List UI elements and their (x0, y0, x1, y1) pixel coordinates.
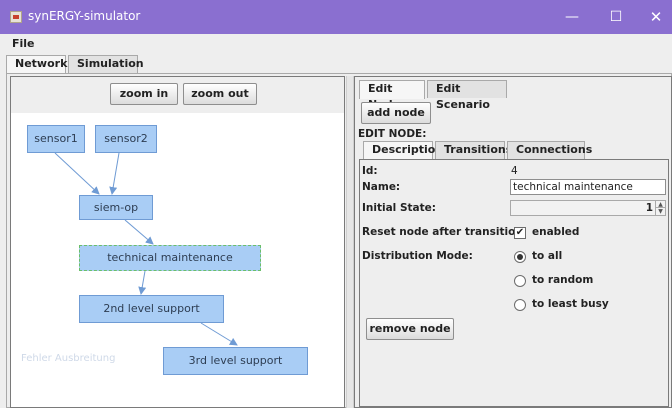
zoom-in-button[interactable]: zoom in (110, 83, 178, 105)
menu-file[interactable]: File (12, 37, 35, 50)
graph-node-siem-op[interactable]: siem-op (79, 195, 153, 220)
editor-pane: Edit Node Edit Scenario add node EDIT NO… (354, 76, 672, 408)
spinner-up-icon[interactable]: ▲ (655, 201, 665, 208)
radio-to-all[interactable] (514, 251, 526, 263)
id-label: Id: (362, 165, 378, 177)
title-bar: synERGY-simulator — ☐ ✕ (0, 0, 672, 34)
radio-to-least-busy[interactable] (514, 299, 526, 311)
close-button[interactable]: ✕ (636, 4, 672, 30)
app-icon (10, 11, 22, 23)
graph-node-technical-maintenance[interactable]: technical maintenance (79, 245, 261, 271)
description-panel: Id: 4 Name: technical maintenance Initia… (359, 159, 669, 407)
edge-2nd-level-support-3rd-level-support (200, 322, 238, 346)
tab-edit-node[interactable]: Edit Node (359, 80, 425, 111)
spinner-down-icon[interactable]: ▼ (655, 208, 665, 215)
edge-sensor1-siem-op (54, 152, 100, 195)
name-input[interactable]: technical maintenance (510, 179, 666, 195)
split-divider[interactable] (346, 76, 354, 408)
tab-simulation[interactable]: Simulation (68, 55, 144, 73)
initial-state-label: Initial State: (362, 202, 436, 214)
graph-node-2nd-level-support[interactable]: 2nd level support (79, 295, 224, 323)
graph-canvas[interactable]: sensor1 sensor2 siem-op technical mainte… (11, 113, 344, 407)
radio-to-random-label: to random (532, 274, 594, 286)
zoom-out-button[interactable]: zoom out (183, 83, 257, 105)
id-value: 4 (511, 165, 518, 177)
remove-node-button[interactable]: remove node (366, 318, 454, 340)
radio-to-random[interactable] (514, 275, 526, 287)
initial-state-spinner[interactable]: 1 ▲ ▼ (510, 200, 666, 216)
tab-network[interactable]: Network (6, 55, 67, 74)
radio-to-all-label: to all (532, 250, 563, 262)
graph-node-sensor2[interactable]: sensor2 (95, 125, 157, 153)
radio-to-least-busy-label: to least busy (532, 298, 609, 310)
add-node-button[interactable]: add node (361, 102, 431, 124)
edge-sensor2-siem-op (109, 152, 120, 195)
edge-siem-op-technical-maintenance (124, 219, 154, 245)
tab-edit-scenario[interactable]: Edit Scenario (427, 80, 507, 111)
tab-description[interactable]: Description (363, 141, 443, 160)
edit-node-heading: EDIT NODE: (358, 128, 427, 140)
distribution-label: Distribution Mode: (362, 250, 473, 262)
maximize-button[interactable]: ☐ (596, 4, 636, 30)
window-title: synERGY-simulator (28, 9, 141, 23)
network-pane: zoom in zoom out sensor1 sensor2 siem-op… (10, 76, 345, 408)
tab-transitions[interactable]: Transitions (435, 141, 512, 159)
ghost-label: Fehler Ausbreitung (21, 353, 116, 364)
reset-enabled-label: enabled (532, 226, 580, 238)
minimize-button[interactable]: — (552, 4, 592, 30)
graph-node-sensor1[interactable]: sensor1 (27, 125, 85, 153)
name-label: Name: (362, 181, 401, 193)
initial-state-value: 1 (645, 202, 653, 214)
reset-checkbox[interactable]: ✔ (514, 227, 526, 239)
edge-technical-maintenance-2nd-level-support (138, 270, 147, 295)
zoom-toolbar: zoom in zoom out (11, 77, 344, 113)
reset-label: Reset node after transition: (362, 226, 527, 238)
tab-connections[interactable]: Connections (507, 141, 592, 159)
menu-bar: File (0, 34, 672, 54)
graph-node-3rd-level-support[interactable]: 3rd level support (163, 347, 308, 375)
